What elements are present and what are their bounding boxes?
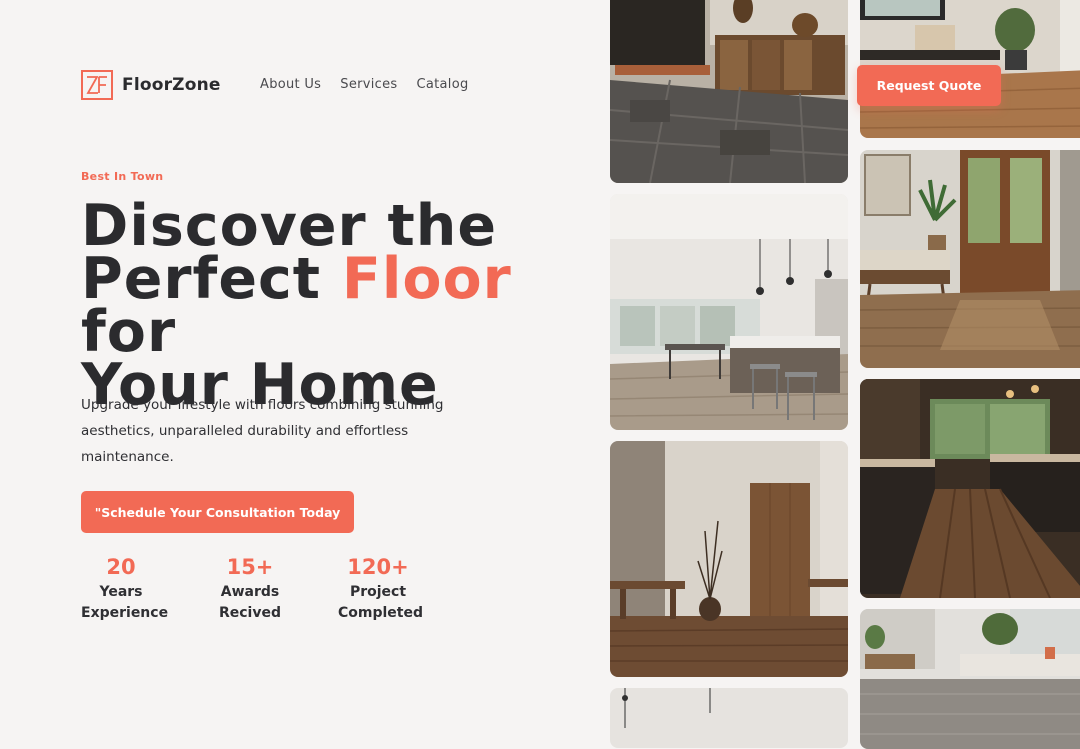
schedule-consultation-button[interactable]: "Schedule Your Consultation Today <box>81 491 354 533</box>
stat-value: 120+ <box>347 555 409 579</box>
photo-partial-interior <box>610 688 848 748</box>
hero-title-accent: Floor <box>341 246 512 312</box>
stat-label-line2: Recived <box>218 605 281 621</box>
nav-services[interactable]: Services <box>340 77 397 92</box>
main-nav: About Us Services Catalog <box>260 77 469 92</box>
stat-label-line1: Awards <box>220 584 280 600</box>
photo-french-doors-living <box>860 150 1080 368</box>
stat-label: Awards Recived <box>215 582 285 624</box>
photo-dark-kitchen <box>860 379 1080 598</box>
request-quote-button[interactable]: Request Quote <box>857 65 1001 106</box>
stat-awards: 15+ Awards Recived <box>215 554 285 624</box>
stat-projects: 120+ Project Completed <box>338 554 423 624</box>
photo-open-kitchen <box>610 194 848 430</box>
photo-entryway <box>610 0 848 183</box>
hero-eyebrow: Best In Town <box>81 170 164 183</box>
logo-mark-icon <box>81 70 113 100</box>
stat-label: Project Completed <box>338 582 423 624</box>
stat-label-line1: Years <box>99 584 143 600</box>
stat-label-line2: Experience <box>81 605 169 621</box>
hero-description: Upgrade your lifestyle with floors combi… <box>81 397 444 465</box>
stat-label: Years Experience <box>81 582 168 624</box>
nav-about-us[interactable]: About Us <box>260 77 321 92</box>
hero-title: Discover the Perfect Floor for Your Home <box>81 198 601 414</box>
stat-value: 15+ <box>226 555 274 579</box>
photo-polished-living-room <box>860 609 1080 749</box>
stat-value: 20 <box>106 555 136 579</box>
brand-name: FloorZone <box>122 75 221 95</box>
nav-catalog[interactable]: Catalog <box>416 77 468 92</box>
stat-label-line1: Project <box>349 584 407 600</box>
photo-wooden-door-room <box>610 441 848 677</box>
brand-logo[interactable]: FloorZone <box>81 70 221 100</box>
stat-experience: 20 Years Experience <box>81 554 168 624</box>
stat-label-line2: Completed <box>338 605 424 621</box>
